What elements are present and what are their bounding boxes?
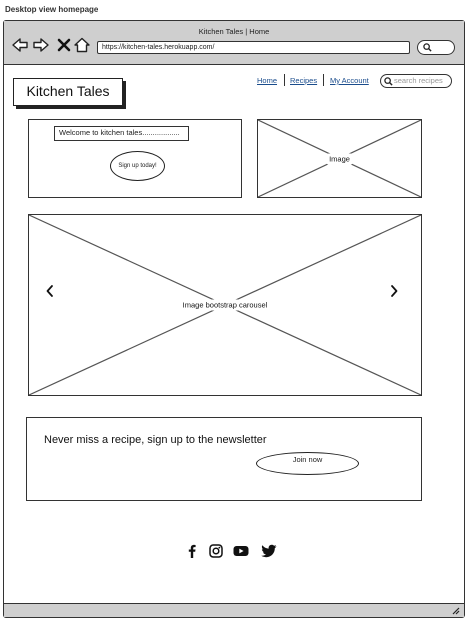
instagram-icon[interactable] bbox=[209, 544, 223, 558]
chevron-left-icon[interactable] bbox=[45, 284, 55, 298]
image-carousel: Image bootstrap carousel bbox=[28, 214, 422, 396]
back-icon[interactable] bbox=[12, 37, 28, 53]
browser-search-field[interactable] bbox=[417, 40, 455, 55]
twitter-icon[interactable] bbox=[261, 544, 277, 558]
browser-status-bar bbox=[4, 603, 464, 617]
nav-recipes[interactable]: Recipes bbox=[290, 76, 317, 85]
facebook-icon[interactable] bbox=[185, 544, 199, 558]
stop-icon[interactable] bbox=[56, 37, 72, 53]
newsletter-panel: Never miss a recipe, sign up to the news… bbox=[26, 417, 422, 501]
welcome-text: Welcome to kitchen tales................… bbox=[54, 126, 189, 141]
address-bar[interactable]: https://kitchen-tales.herokuapp.com/ bbox=[97, 41, 410, 54]
search-placeholder: search recipes bbox=[394, 76, 443, 85]
search-icon bbox=[423, 43, 432, 52]
join-newsletter-button[interactable]: Join now bbox=[256, 452, 359, 475]
site-logo[interactable]: Kitchen Tales bbox=[13, 78, 123, 106]
nav-home[interactable]: Home bbox=[257, 76, 277, 85]
window-title: Kitchen Tales | Home bbox=[198, 27, 270, 36]
nav-divider bbox=[284, 74, 285, 86]
welcome-panel: Welcome to kitchen tales................… bbox=[28, 119, 242, 198]
chevron-right-icon[interactable] bbox=[389, 284, 399, 298]
newsletter-text: Never miss a recipe, sign up to the news… bbox=[44, 434, 267, 446]
browser-toolbar: Kitchen Tales | Home https://kitchen-tal… bbox=[4, 21, 464, 65]
carousel-label: Image bootstrap carousel bbox=[179, 299, 271, 311]
home-icon[interactable] bbox=[74, 37, 90, 53]
hero-image-placeholder: Image bbox=[257, 119, 422, 198]
youtube-icon[interactable] bbox=[233, 544, 249, 558]
nav-divider bbox=[323, 74, 324, 86]
nav-my-account[interactable]: My Account bbox=[330, 76, 369, 85]
image-label: Image bbox=[326, 153, 353, 164]
wireframe-caption: Desktop view homepage bbox=[5, 5, 99, 14]
signup-button[interactable]: Sign up today! bbox=[110, 151, 165, 181]
browser-window: Kitchen Tales | Home https://kitchen-tal… bbox=[3, 20, 465, 618]
resize-handle-icon[interactable] bbox=[451, 606, 460, 615]
search-icon bbox=[384, 77, 393, 86]
forward-icon[interactable] bbox=[33, 37, 49, 53]
recipe-search-input[interactable]: search recipes bbox=[380, 74, 452, 88]
